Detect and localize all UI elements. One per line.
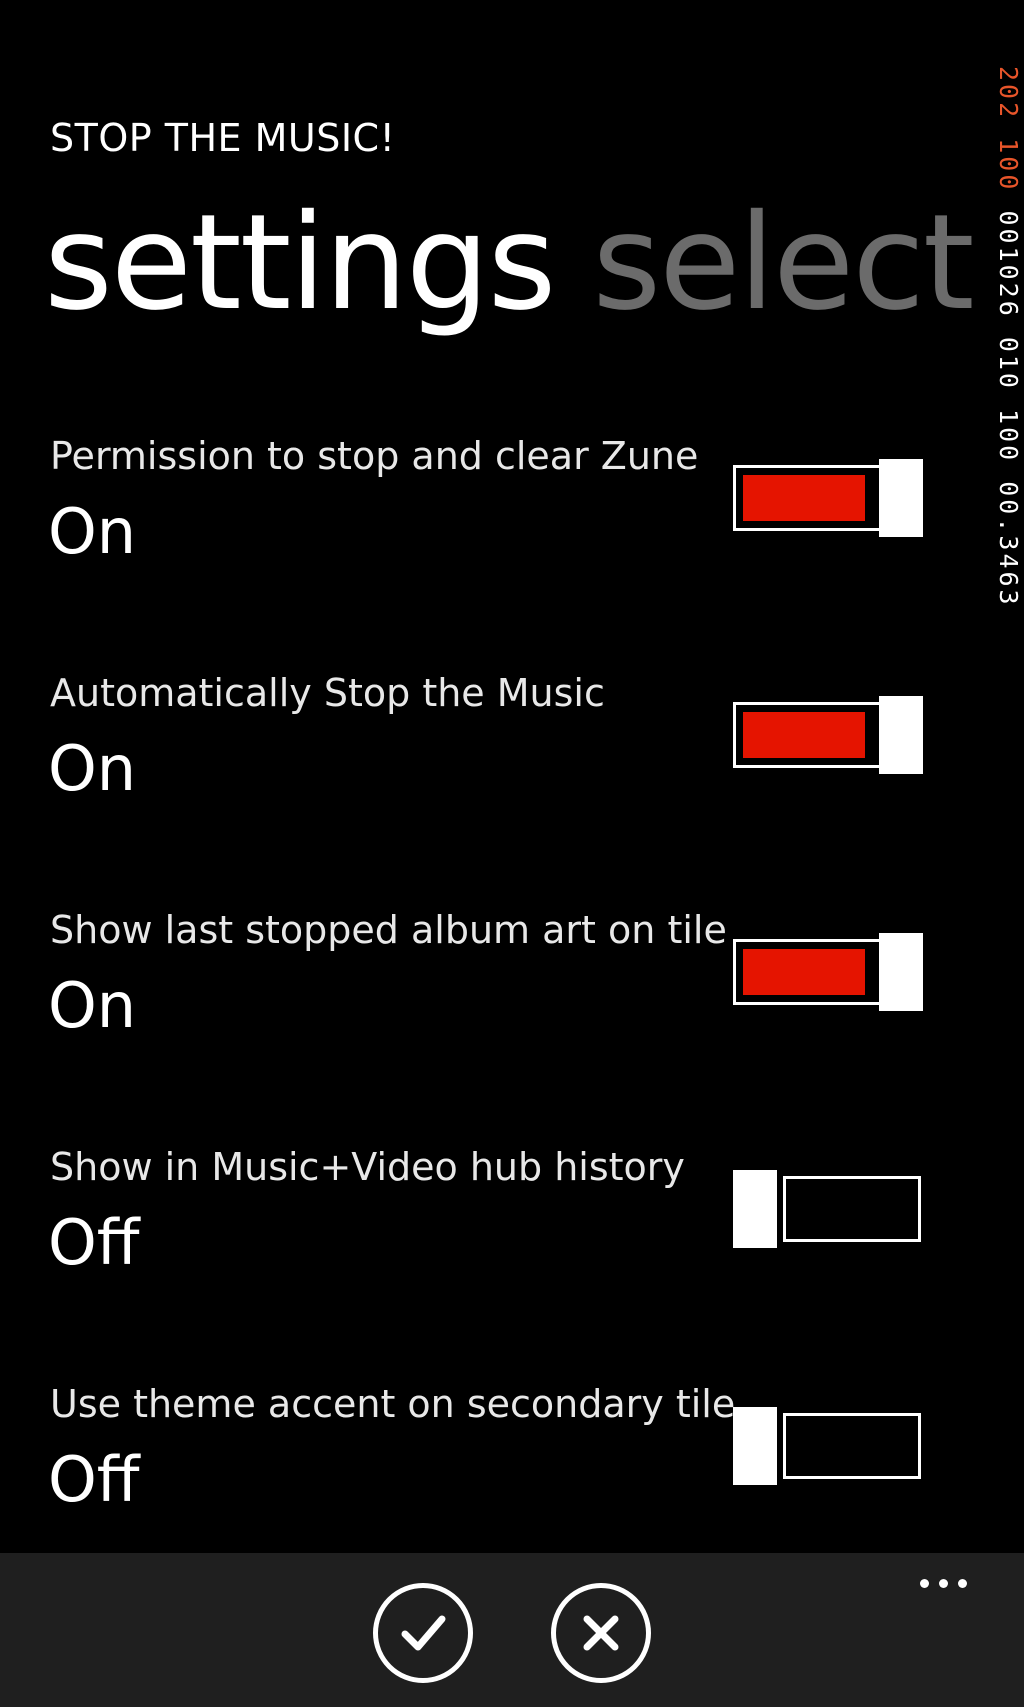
debug-counter-0: 202 <box>996 66 1023 121</box>
toggle-switch[interactable] <box>733 459 923 537</box>
setting-label: Use theme accent on secondary tile <box>50 1382 736 1426</box>
pivot-header-select[interactable]: select <box>592 188 974 338</box>
setting-label: Automatically Stop the Music <box>50 671 605 715</box>
pivot-headers: settings select <box>44 188 1011 338</box>
setting-state: On <box>48 969 137 1042</box>
cancel-button[interactable] <box>551 1583 651 1683</box>
toggle-switch[interactable] <box>733 1407 921 1485</box>
check-icon <box>401 1615 446 1651</box>
setting-label: Show in Music+Video hub history <box>50 1145 685 1189</box>
debug-counter-1: 100 <box>996 138 1023 193</box>
toggle-fill <box>743 475 865 521</box>
setting-label: Show last stopped album art on tile <box>50 908 727 952</box>
debug-counter-line: 202 100 001026 010 100 00.3463 <box>996 66 1023 608</box>
setting-row: Use theme accent on secondary tile Off <box>0 1378 960 1578</box>
debug-frame-counters: 202 100 001026 010 100 00.3463 <box>996 66 1024 866</box>
save-button[interactable] <box>373 1583 473 1683</box>
toggle-track <box>783 1176 921 1242</box>
debug-counter-4: 100 <box>996 409 1023 464</box>
setting-state: Off <box>48 1443 140 1516</box>
toggle-fill <box>743 712 865 758</box>
debug-counter-2: 001026 <box>996 210 1023 319</box>
more-dots-icon[interactable] <box>916 1571 976 1595</box>
dot <box>958 1579 967 1588</box>
toggle-thumb[interactable] <box>733 1407 777 1485</box>
setting-state: Off <box>48 1206 140 1279</box>
close-icon <box>583 1615 619 1651</box>
toggle-thumb[interactable] <box>733 1170 777 1248</box>
setting-state: On <box>48 732 137 805</box>
debug-counter-3: 010 <box>996 336 1023 391</box>
setting-state: On <box>48 495 137 568</box>
toggle-thumb[interactable] <box>879 459 923 537</box>
dot <box>939 1579 948 1588</box>
setting-row: Show last stopped album art on tile On <box>0 904 960 1104</box>
setting-row: Permission to stop and clear Zune On <box>0 430 960 630</box>
toggle-track <box>783 1413 921 1479</box>
setting-row: Show in Music+Video hub history Off <box>0 1141 960 1341</box>
toggle-switch[interactable] <box>733 696 923 774</box>
toggle-switch[interactable] <box>733 1170 921 1248</box>
toggle-fill <box>743 949 865 995</box>
dot <box>920 1579 929 1588</box>
toggle-thumb[interactable] <box>879 696 923 774</box>
app-title: STOP THE MUSIC! <box>50 116 396 160</box>
application-bar <box>0 1553 1024 1707</box>
toggle-thumb[interactable] <box>879 933 923 1011</box>
toggle-switch[interactable] <box>733 933 923 1011</box>
debug-counter-5: 00.3463 <box>996 481 1023 608</box>
setting-row: Automatically Stop the Music On <box>0 667 960 867</box>
setting-label: Permission to stop and clear Zune <box>50 434 699 478</box>
pivot-header-settings[interactable]: settings <box>44 188 556 338</box>
